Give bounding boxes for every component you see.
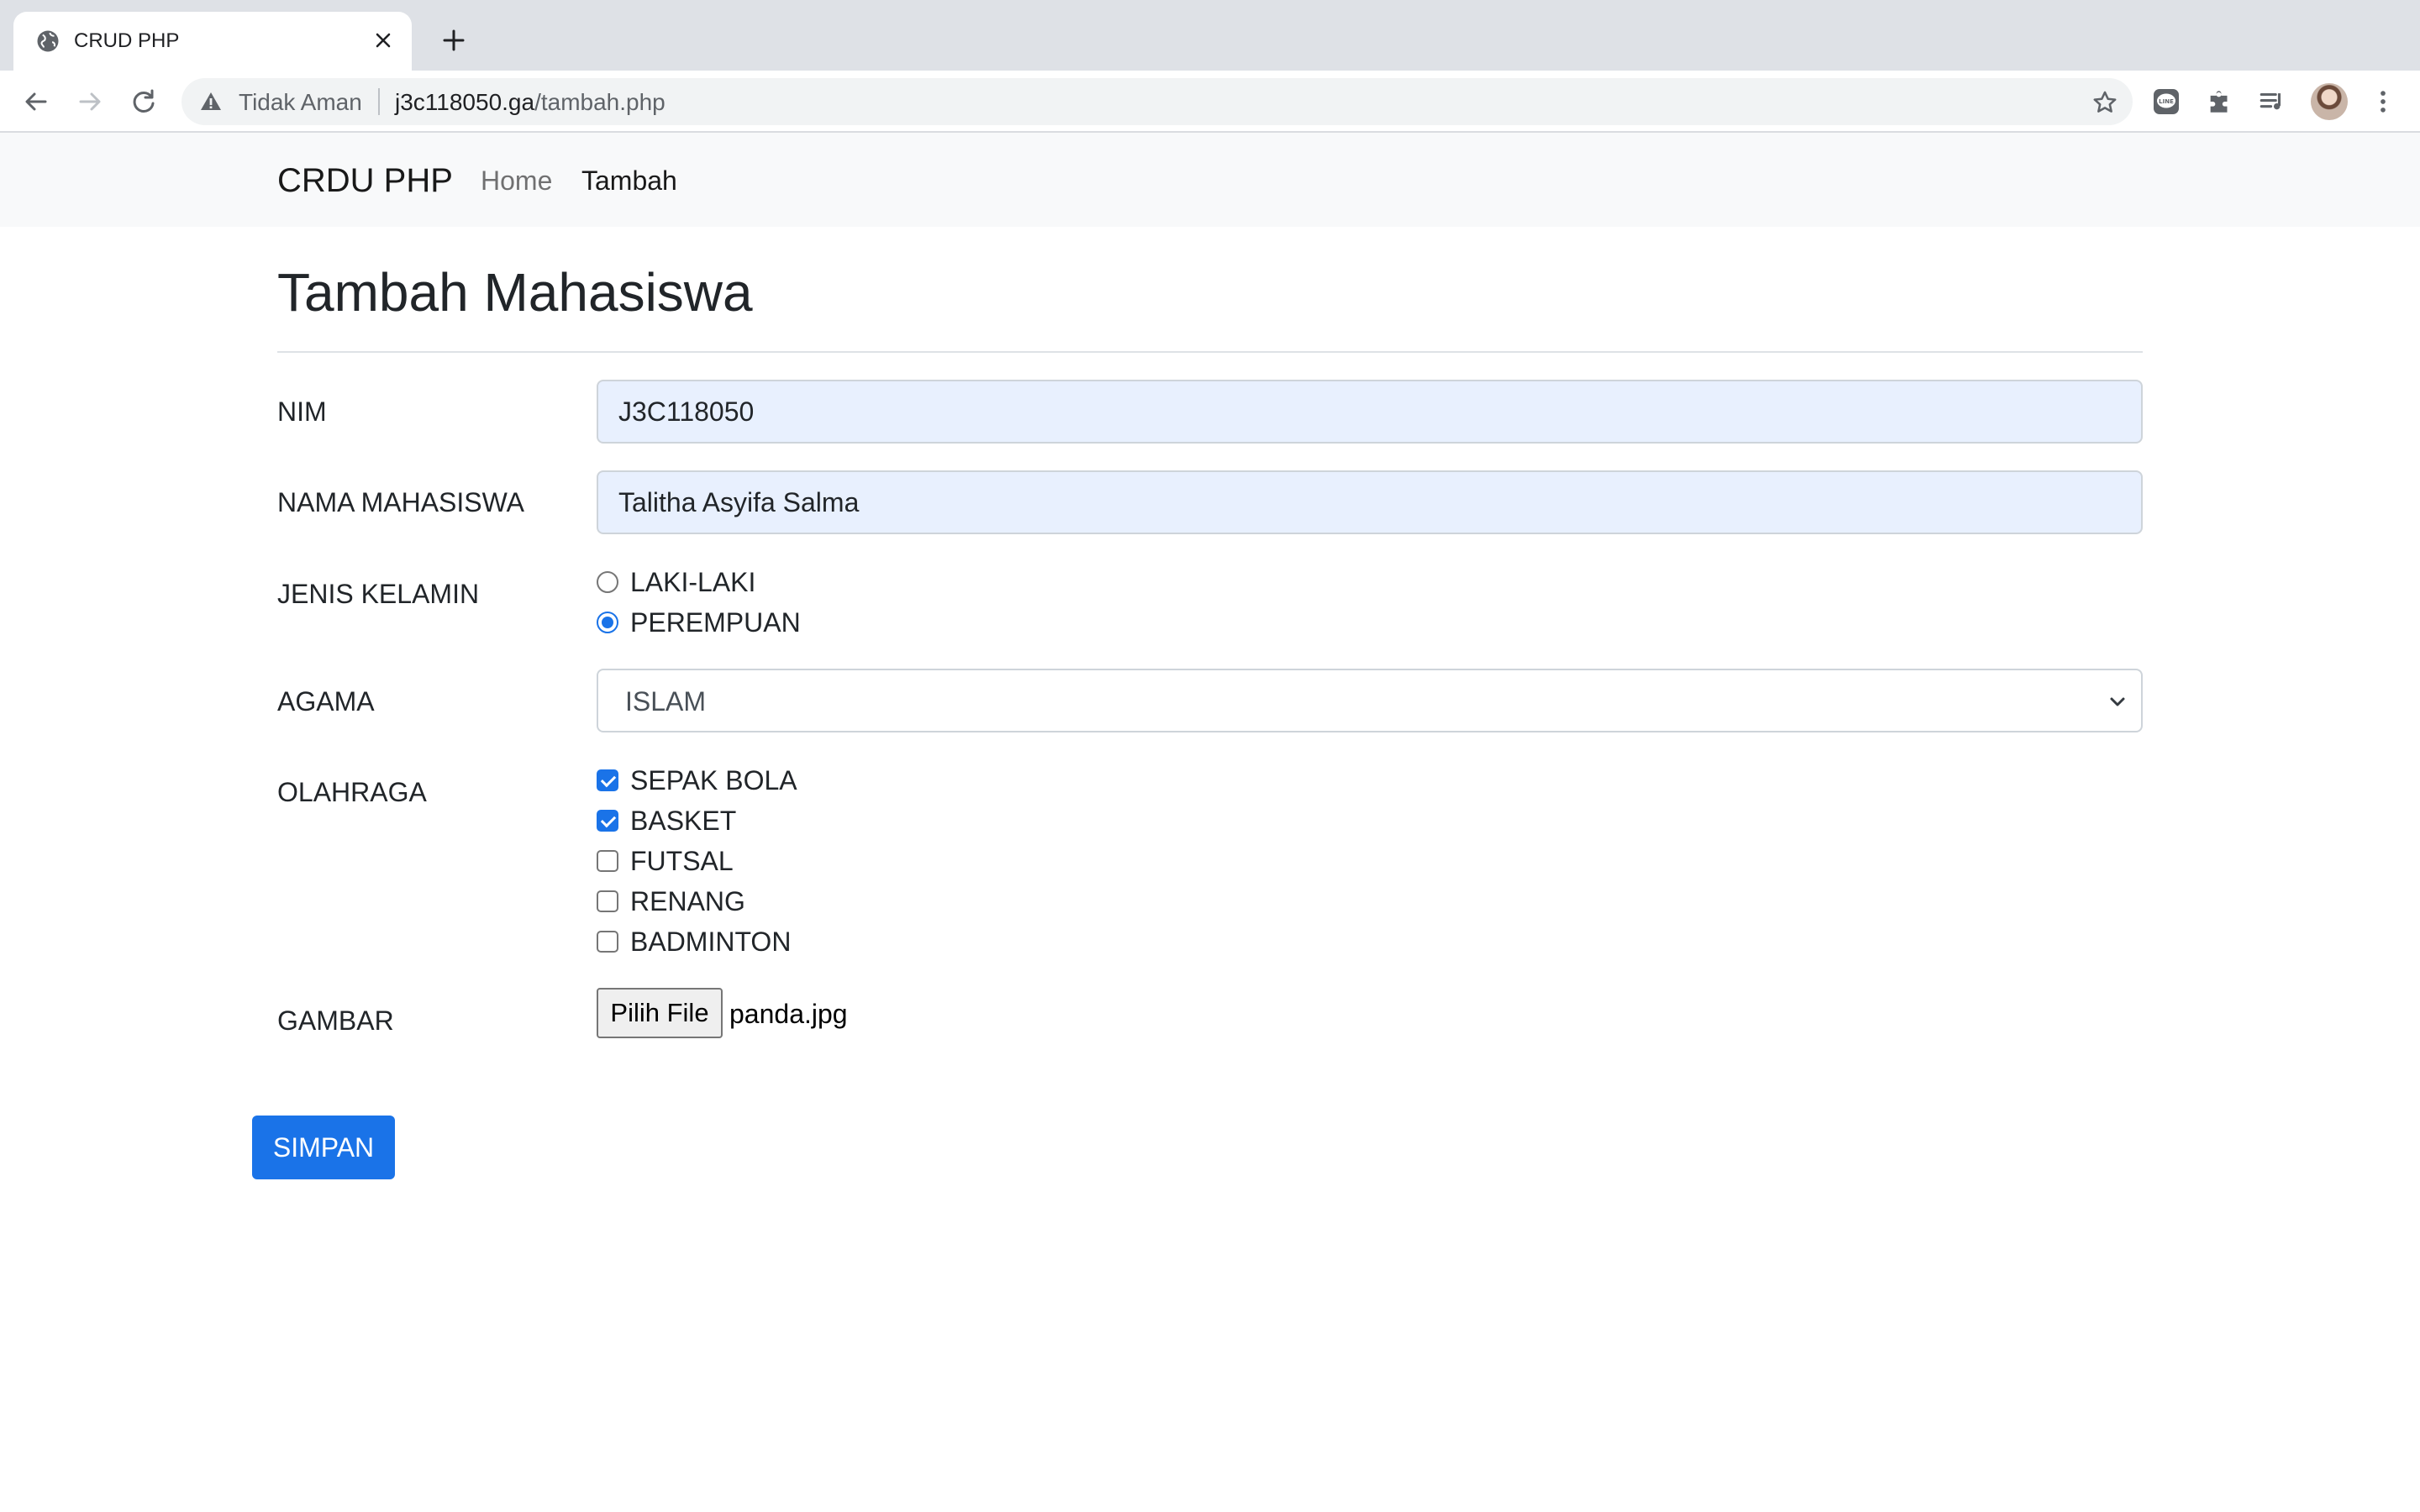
browser-toolbar: Tidak Aman j3c118050.ga/tambah.php LINE [0,71,2420,133]
page-title: Tambah Mahasiswa [277,262,753,323]
address-bar[interactable]: Tidak Aman j3c118050.ga/tambah.php [182,78,2133,125]
nama-label: NAMA MAHASISWA [277,487,524,517]
forward-arrow-icon[interactable] [71,82,109,121]
globe-icon [35,29,60,54]
choose-file-button[interactable]: Pilih File [597,988,723,1038]
svg-text:LINE: LINE [2159,98,2174,105]
checkbox-label-badminton[interactable]: BADMINTON [630,926,791,958]
nama-input[interactable] [597,470,2143,534]
checkbox-basket[interactable] [597,810,618,832]
checkbox-renang[interactable] [597,890,618,912]
media-queue-icon[interactable] [2255,85,2289,118]
olahraga-label: OLAHRAGA [277,777,427,807]
back-arrow-icon[interactable] [17,82,55,121]
selected-file-name: panda.jpg [729,999,848,1029]
title-divider [277,351,2143,353]
jenis-kelamin-label: JENIS KELAMIN [277,579,480,609]
site-navbar: CRDU PHP Home Tambah [0,133,2420,227]
security-status-label[interactable]: Tidak Aman [239,89,362,116]
nim-label: NIM [277,396,327,427]
agama-label: AGAMA [277,686,375,717]
nav-link-tambah[interactable]: Tambah [581,165,677,197]
agama-select[interactable]: ISLAM [597,669,2143,732]
checkbox-sepak-bola[interactable] [597,769,618,791]
url-path: /tambah.php [534,89,666,115]
navbar-brand[interactable]: CRDU PHP [277,161,453,200]
url-text[interactable]: j3c118050.ga/tambah.php [395,89,666,116]
url-host: j3c118050.ga [395,89,535,115]
browser-tab[interactable]: CRUD PHP [13,12,412,71]
line-extension-icon[interactable]: LINE [2149,85,2183,118]
tab-title: CRUD PHP [74,29,180,52]
chevron-down-icon [2107,692,2128,712]
tab-close-icon[interactable] [366,24,400,57]
agama-selected-value: ISLAM [625,686,707,717]
radio-label-perempuan[interactable]: PEREMPUAN [630,606,801,638]
checkbox-futsal[interactable] [597,850,618,872]
warning-triangle-icon[interactable] [198,89,224,114]
checkbox-badminton[interactable] [597,931,618,953]
puzzle-extensions-icon[interactable] [2203,85,2237,118]
nav-link-home[interactable]: Home [481,165,552,197]
profile-avatar[interactable] [2311,83,2348,120]
radio-label-laki-laki[interactable]: LAKI-LAKI [630,566,755,598]
radio-perempuan[interactable] [597,612,618,633]
radio-laki-laki[interactable] [597,571,618,593]
checkbox-label-sepak-bola[interactable]: SEPAK BOLA [630,764,797,796]
simpan-button[interactable]: SIMPAN [252,1116,395,1179]
checkbox-label-renang[interactable]: RENANG [630,885,745,917]
kebab-menu-icon[interactable] [2366,85,2400,118]
bookmark-star-icon[interactable] [2091,88,2119,117]
nim-input[interactable] [597,380,2143,444]
reload-icon[interactable] [124,82,163,121]
browser-tabstrip: CRUD PHP [0,0,2420,71]
address-separator [378,88,380,115]
checkbox-label-futsal[interactable]: FUTSAL [630,845,734,877]
checkbox-label-basket[interactable]: BASKET [630,805,736,837]
gambar-label: GAMBAR [277,1005,394,1036]
new-tab-plus-icon[interactable] [435,22,472,59]
